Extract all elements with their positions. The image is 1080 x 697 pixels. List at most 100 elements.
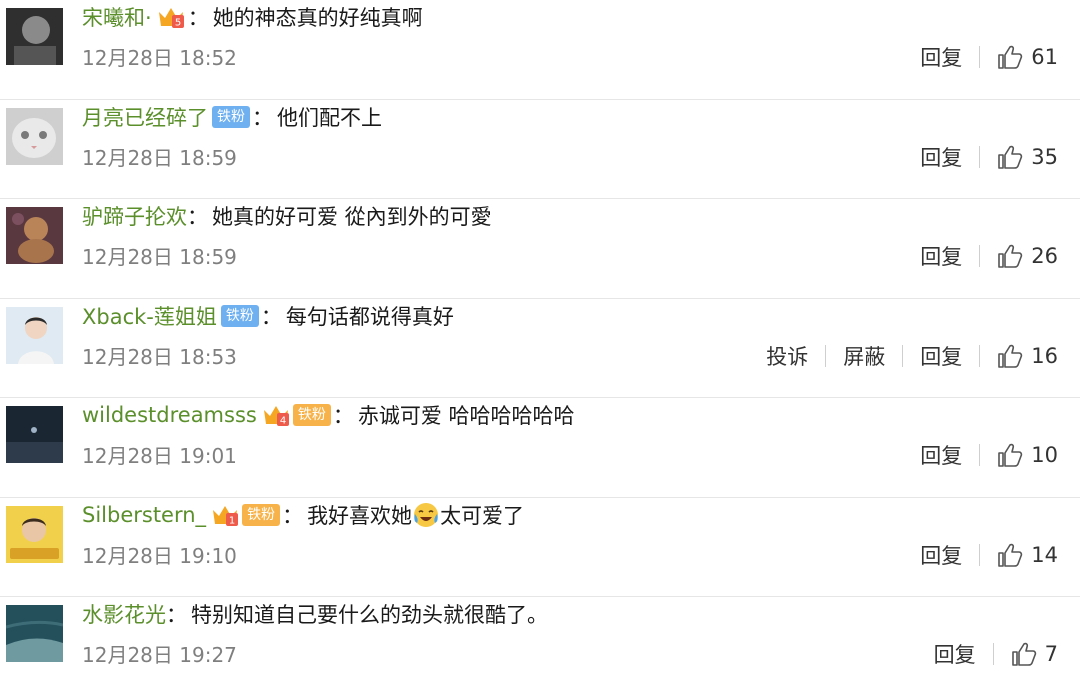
avatar[interactable] xyxy=(6,505,63,563)
comment-content: 月亮已经碎了 铁粉 ： 他们配不上 xyxy=(82,100,382,134)
comment-item: 月亮已经碎了 铁粉 ： 他们配不上 12月28日 18:59 回复 35 xyxy=(0,100,1080,199)
comment-time: 12月28日 19:01 xyxy=(82,444,237,468)
comment-time: 12月28日 18:59 xyxy=(82,245,237,269)
username-link[interactable]: 水影花光 xyxy=(82,599,166,629)
comment-item: wildestdreamsss 4 铁粉 ： 赤诚可爱 哈哈哈哈哈哈 12月28… xyxy=(0,398,1080,498)
comment-content: 驴蹄子抡欢 ： 她真的好可爱 從內到外的可愛 xyxy=(82,199,492,233)
user-badges: 铁粉 xyxy=(220,304,259,327)
comment-content: 水影花光 ： 特别知道自己要什么的劲头就很酷了。 xyxy=(82,597,548,631)
comment-actions: 回复 61 xyxy=(920,40,1058,74)
comment-actions: 投诉 屏蔽 回复 16 xyxy=(766,339,1058,373)
comment-actions: 回复 35 xyxy=(920,140,1058,174)
reply-button[interactable]: 回复 xyxy=(920,540,962,570)
comment-text: 每句话都说得真好 xyxy=(285,304,454,329)
thumbs-up-icon xyxy=(998,443,1023,467)
user-badges: 5 xyxy=(156,4,186,30)
divider xyxy=(902,344,904,367)
fan-badge: 铁粉 xyxy=(220,304,259,327)
like-count: 10 xyxy=(1031,443,1058,467)
comment-item: 宋曦和· 5 ： 她的神态真的好纯真啊 12月28日 18:52 回复 61 xyxy=(0,0,1080,100)
avatar[interactable] xyxy=(6,8,63,65)
thumbs-up-icon xyxy=(998,145,1023,169)
svg-text:4: 4 xyxy=(280,416,286,427)
like-button[interactable]: 14 xyxy=(997,542,1058,568)
user-badges: 铁粉 xyxy=(212,105,250,128)
divider xyxy=(979,444,981,466)
comment-content: Silberstern_ 1 铁粉 ： 我好喜欢她 太可爱了 xyxy=(82,498,524,532)
thumbs-up-icon xyxy=(1011,642,1036,666)
divider xyxy=(979,46,981,68)
comment-text: 她真的好可爱 從內到外的可愛 xyxy=(212,205,492,229)
comment-item: Silberstern_ 1 铁粉 ： 我好喜欢她 太可爱了 12月28日 19… xyxy=(0,498,1080,597)
comment-item: 驴蹄子抡欢 ： 她真的好可爱 從內到外的可愛 12月28日 18:59 回复 2… xyxy=(0,199,1080,299)
comment-actions: 回复 26 xyxy=(920,239,1058,273)
comment-text-after: 太可爱了 xyxy=(440,503,525,528)
divider xyxy=(979,245,981,267)
divider xyxy=(979,344,981,367)
user-badges: 1 铁粉 xyxy=(210,502,281,528)
comment-content: 宋曦和· 5 ： 她的神态真的好纯真啊 xyxy=(82,0,423,34)
username-link[interactable]: 驴蹄子抡欢 xyxy=(82,201,187,231)
like-count: 35 xyxy=(1031,144,1058,169)
reply-button[interactable]: 回复 xyxy=(920,241,962,271)
svg-text:1: 1 xyxy=(229,515,235,526)
fan-badge: 铁粉 xyxy=(212,105,250,128)
like-button[interactable]: 16 xyxy=(997,343,1058,369)
thumbs-up-icon xyxy=(998,45,1023,69)
like-count: 14 xyxy=(1031,542,1058,567)
report-button[interactable]: 投诉 xyxy=(766,341,808,371)
comment-text: 他们配不上 xyxy=(277,105,382,130)
comment-text: 我好喜欢她 xyxy=(307,503,413,528)
comment-text: 赤诚可爱 哈哈哈哈哈哈 xyxy=(357,404,575,428)
username-link[interactable]: 宋曦和· xyxy=(82,2,152,32)
like-count: 7 xyxy=(1044,642,1058,666)
divider xyxy=(825,344,827,367)
avatar[interactable] xyxy=(6,107,63,165)
crying-laughing-emoji-icon xyxy=(414,502,439,527)
comment-item: Xback-莲姐姐 铁粉 ： 每句话都说得真好 12月28日 18:53 投诉 … xyxy=(0,299,1080,398)
comment-actions: 回复 10 xyxy=(920,438,1058,472)
thumbs-up-icon xyxy=(998,244,1023,268)
avatar[interactable] xyxy=(6,306,63,364)
divider xyxy=(979,543,981,566)
comment-content: Xback-莲姐姐 铁粉 ： 每句话都说得真好 xyxy=(82,299,454,333)
divider xyxy=(979,145,981,168)
comment-content: wildestdreamsss 4 铁粉 ： 赤诚可爱 哈哈哈哈哈哈 xyxy=(82,398,575,432)
comment-actions: 回复 14 xyxy=(920,538,1058,572)
comment-time: 12月28日 18:53 xyxy=(82,344,237,369)
comment-text: 她的神态真的好纯真啊 xyxy=(212,6,423,30)
like-button[interactable]: 10 xyxy=(997,442,1058,468)
reply-button[interactable]: 回复 xyxy=(934,639,976,669)
reply-button[interactable]: 回复 xyxy=(920,42,962,72)
avatar[interactable] xyxy=(6,406,63,463)
like-button[interactable]: 61 xyxy=(997,44,1058,70)
username-link[interactable]: 月亮已经碎了 xyxy=(82,102,208,132)
comment-actions: 回复 7 xyxy=(934,637,1058,671)
like-button[interactable]: 35 xyxy=(997,144,1058,170)
like-button[interactable]: 26 xyxy=(997,243,1058,269)
like-button[interactable]: 7 xyxy=(1011,641,1058,667)
comment-time: 12月28日 18:52 xyxy=(82,46,237,70)
fan-badge: 铁粉 xyxy=(242,503,281,526)
avatar[interactable] xyxy=(6,605,63,662)
comment-text: 特别知道自己要什么的劲头就很酷了。 xyxy=(191,603,548,627)
thumbs-up-icon xyxy=(998,543,1023,567)
block-button[interactable]: 屏蔽 xyxy=(843,341,885,371)
like-count: 16 xyxy=(1031,343,1058,368)
username-link[interactable]: Xback-莲姐姐 xyxy=(82,301,217,331)
reply-button[interactable]: 回复 xyxy=(920,341,962,371)
svg-text:5: 5 xyxy=(175,18,181,29)
reply-button[interactable]: 回复 xyxy=(920,142,962,172)
comment-list: 宋曦和· 5 ： 她的神态真的好纯真啊 12月28日 18:52 回复 61 月… xyxy=(0,0,1080,677)
comment-item: 水影花光 ： 特别知道自己要什么的劲头就很酷了。 12月28日 19:27 回复… xyxy=(0,597,1080,697)
crown-level-icon: 1 xyxy=(210,502,240,528)
avatar[interactable] xyxy=(6,207,63,264)
comment-time: 12月28日 19:10 xyxy=(82,543,237,568)
thumbs-up-icon xyxy=(998,344,1023,368)
username-link[interactable]: Silberstern_ xyxy=(82,503,206,527)
crown-level-icon: 5 xyxy=(156,4,186,30)
comment-time: 12月28日 18:59 xyxy=(82,145,237,170)
user-badges: 4 铁粉 xyxy=(261,402,331,428)
username-link[interactable]: wildestdreamsss xyxy=(82,403,257,427)
reply-button[interactable]: 回复 xyxy=(920,440,962,470)
